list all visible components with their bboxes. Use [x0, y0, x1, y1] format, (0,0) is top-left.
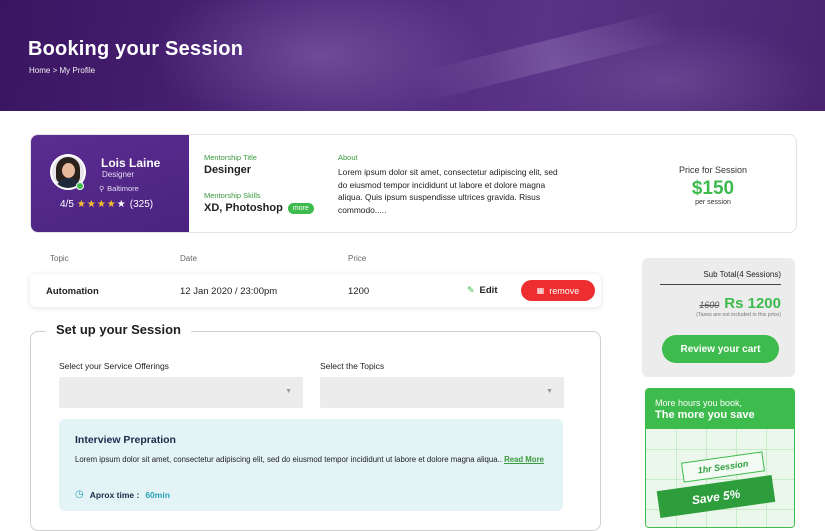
mentorship-title-label: Mentorship Title	[204, 153, 257, 162]
breadcrumb-current: My Profile	[59, 66, 96, 75]
mentor-card: Lois Laine Designer ⚲ Baltimore 4/5 ★★★★★…	[30, 134, 797, 233]
remove-button[interactable]: ▦ remove	[521, 280, 595, 301]
cart-summary: Sub Total(4 Sessions) 1600 Rs 1200 (Taxe…	[642, 258, 795, 377]
promo-banner[interactable]: More hours you book, The more you save 1…	[645, 388, 795, 528]
mentorship-skills-label: Mentorship Skills	[204, 191, 261, 200]
mentor-location-text: Baltimore	[107, 184, 139, 193]
read-more-link[interactable]: Read More	[504, 455, 544, 464]
summary-price: 1600 Rs 1200	[699, 295, 781, 312]
tax-note: (Taxes are not included in this price)	[696, 312, 781, 318]
mentor-role: Designer	[102, 170, 135, 179]
rating-score: 4/5	[60, 199, 74, 210]
promo-ribbon-discount-text: Save 5%	[690, 486, 742, 507]
pencil-icon: ✎	[467, 285, 475, 295]
row-date: 12 Jan 2020 / 23:00pm	[180, 286, 278, 297]
star-rating-icons: ★★★★★	[76, 199, 127, 210]
old-price: 1600	[699, 300, 720, 310]
promo-body: 1hr Session Save 5%	[646, 429, 794, 527]
column-header-topic: Topic	[50, 254, 69, 263]
more-skills-button[interactable]: more	[287, 202, 314, 214]
session-price: $150	[691, 178, 735, 199]
sub-total-label: Sub Total(4 Sessions)	[703, 270, 781, 279]
promo-line-2: The more you save	[655, 409, 755, 421]
mentor-location: ⚲ Baltimore	[99, 184, 139, 193]
service-offerings-select[interactable]: ▼	[59, 377, 303, 408]
promo-header: More hours you book, The more you save	[646, 389, 794, 429]
price-label: Price for Session	[678, 165, 748, 175]
remove-label: remove	[549, 285, 580, 296]
price-unit: per session	[695, 199, 731, 206]
promo-line-1: More hours you book,	[655, 398, 743, 408]
new-price: Rs 1200	[724, 295, 781, 312]
service-offerings-label: Select your Service Offerings	[59, 361, 169, 371]
mentorship-skills: XD, Photoshop more	[204, 202, 314, 214]
clock-icon: ◷	[75, 489, 84, 500]
review-count: (325)	[129, 199, 154, 210]
column-header-price: Price	[348, 254, 367, 263]
dropdown-caret-icon: ▼	[546, 388, 553, 395]
breadcrumb: Home > My Profile	[29, 66, 95, 75]
breadcrumb-home-link[interactable]: Home	[29, 66, 50, 75]
online-status-dot	[76, 182, 84, 190]
edit-label: Edit	[479, 285, 498, 296]
breadcrumb-separator: >	[52, 66, 58, 75]
location-pin-icon: ⚲	[99, 186, 105, 193]
topics-select[interactable]: ▼	[320, 377, 564, 408]
approx-time-label: Aprox time :	[89, 489, 140, 500]
mentor-name: Lois Laine	[101, 156, 161, 170]
approx-time: ◷ Aprox time : 60min	[75, 489, 170, 500]
review-cart-button[interactable]: Review your cart	[662, 335, 779, 363]
offering-title: Interview Prepration	[75, 434, 176, 446]
page-hero: Booking your Session Home > My Profile	[0, 0, 825, 111]
promo-ribbon-session-text: 1hr Session	[697, 458, 749, 476]
about-text: Lorem ipsum dolor sit amet, consectetur …	[338, 167, 558, 215]
edit-button[interactable]: ✎ Edit	[467, 285, 498, 296]
page-title: Booking your Session	[28, 38, 244, 60]
setup-session-title: Set up your Session	[46, 322, 191, 337]
calendar-icon: ▦	[536, 286, 545, 295]
approx-time-value: 60min	[145, 489, 170, 500]
divider	[660, 284, 781, 285]
mentorship-title-value: Desinger	[204, 164, 252, 176]
offering-description: Lorem ipsum dolor sit amet, consectetur …	[75, 454, 545, 466]
offering-detail-card: Interview Prepration Lorem ipsum dolor s…	[59, 419, 563, 511]
column-header-date: Date	[180, 254, 197, 263]
dropdown-caret-icon: ▼	[285, 388, 292, 395]
offering-description-text: Lorem ipsum dolor sit amet, consectetur …	[75, 455, 502, 464]
promo-ribbon-discount: Save 5%	[656, 475, 776, 518]
mentor-rating: 4/5 ★★★★★ (325)	[60, 199, 153, 210]
mentor-profile-panel: Lois Laine Designer ⚲ Baltimore 4/5 ★★★★★…	[31, 135, 189, 232]
row-price: 1200	[348, 286, 370, 297]
about-label: About	[338, 153, 358, 162]
row-topic: Automation	[46, 286, 99, 297]
topics-label: Select the Topics	[320, 361, 385, 371]
mentorship-skills-value: XD, Photoshop	[204, 202, 283, 214]
table-row: Automation 12 Jan 2020 / 23:00pm 1200 ✎ …	[30, 274, 601, 307]
